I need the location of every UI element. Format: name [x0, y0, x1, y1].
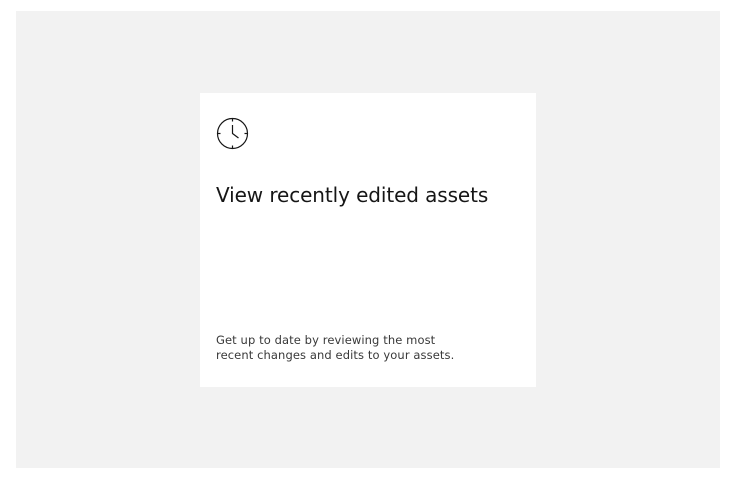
card-title: View recently edited assets: [216, 183, 489, 207]
clock-icon: [216, 117, 249, 150]
card-description: Get up to date by reviewing the most rec…: [216, 333, 455, 362]
recently-edited-assets-card[interactable]: View recently edited assets Get up to da…: [200, 93, 536, 387]
